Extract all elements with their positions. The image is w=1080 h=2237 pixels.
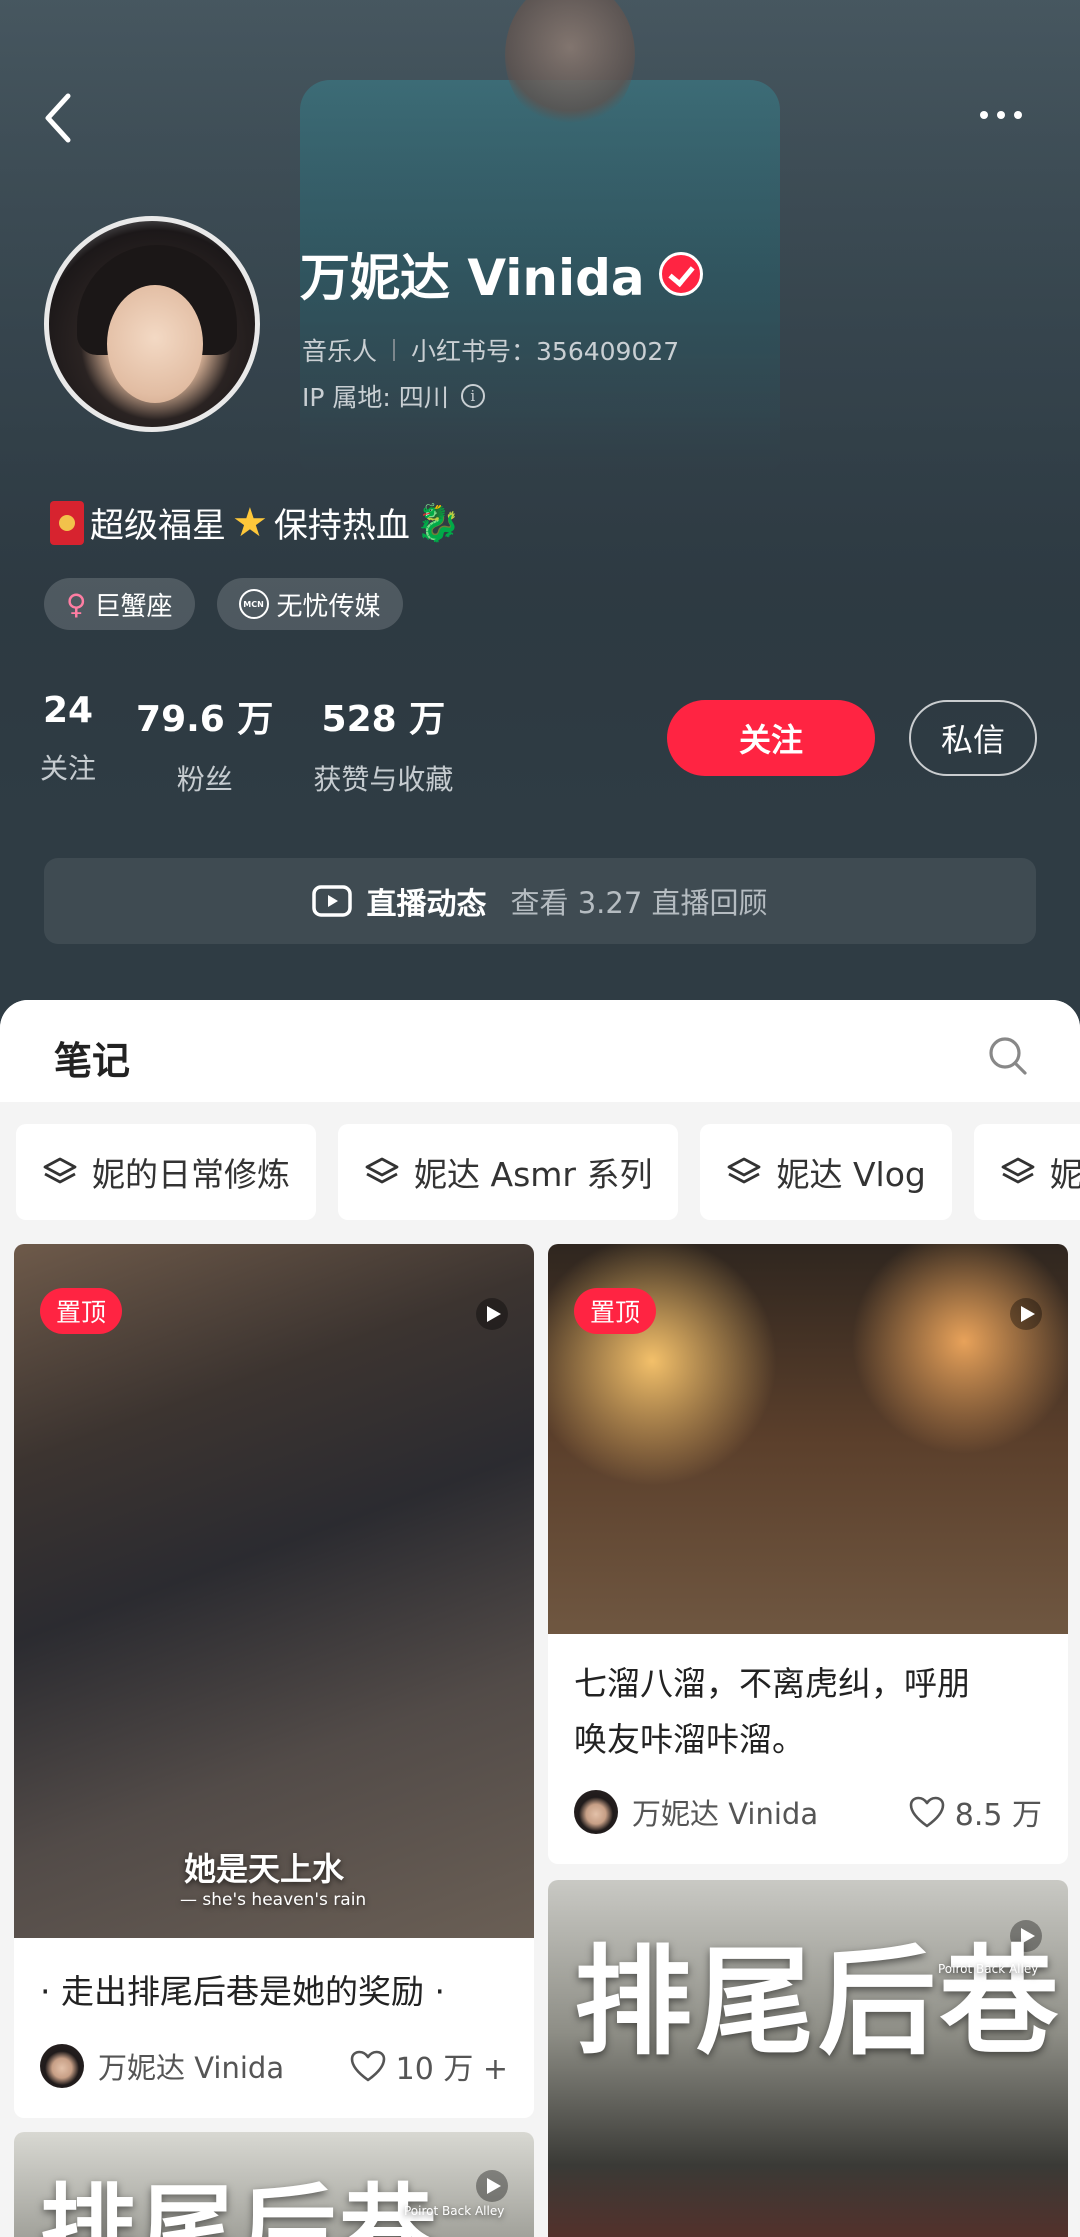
like-button[interactable]: 8.5 万 <box>909 1790 1042 1834</box>
stat-followers[interactable]: 79.6 万 粉丝 <box>136 690 273 798</box>
cover-calligraphy: 排尾后巷 <box>574 1932 1063 2071</box>
cover-small-text: Poirot Back Alley <box>404 2204 505 2218</box>
layers-icon <box>1001 1157 1035 1184</box>
message-button[interactable]: 私信 <box>909 700 1037 776</box>
divider <box>393 339 396 361</box>
search-icon[interactable] <box>988 1036 1028 1076</box>
heart-icon <box>350 2050 385 2082</box>
redbook-id: 小红书号：356409027 <box>411 337 680 366</box>
note-meta: 万妮达 Vinida 8.5 万 <box>574 1790 1042 1834</box>
bio-text-1: 超级福星 <box>90 506 226 546</box>
occupation-label: 音乐人 <box>302 337 378 366</box>
notes-header: 笔记 <box>0 1000 1080 1102</box>
more-dot-icon <box>1014 111 1022 119</box>
note-caption-line: 唤友咔溜咔溜。 <box>574 1720 805 1759</box>
cover-small-text: Poirot Back Alley <box>938 1962 1039 1976</box>
live-title: 直播动态 <box>366 887 487 922</box>
author-name[interactable]: 万妮达 Vinida <box>632 1791 909 1833</box>
star-icon: ★ <box>232 499 268 546</box>
profile-avatar[interactable] <box>44 216 260 432</box>
verified-badge-icon <box>658 252 703 296</box>
cover-calligraphy: 排尾后巷 <box>40 2173 440 2237</box>
profile-stats: 24 关注 79.6 万 粉丝 528 万 获赞与收藏 <box>40 690 493 798</box>
note-card[interactable]: 排尾后巷 Poirot Back Alley <box>548 1880 1068 2237</box>
tag-zodiac[interactable]: ♀ 巨蟹座 <box>44 578 195 630</box>
red-envelope-icon <box>50 500 84 545</box>
notes-tab[interactable]: 笔记 <box>54 1030 130 1085</box>
stat-likes-collects[interactable]: 528 万 获赞与收藏 <box>313 690 453 798</box>
note-caption-line: 七溜八溜，不离虎纠，呼朋 <box>574 1664 970 1703</box>
note-meta: 万妮达 Vinida 10 万 + <box>40 2044 508 2088</box>
live-video-icon <box>312 885 353 917</box>
more-options-button[interactable] <box>980 100 1036 130</box>
collection-item[interactable]: 妮达 Asmr 系列 <box>338 1124 679 1220</box>
info-icon[interactable]: i <box>460 384 485 408</box>
play-icon <box>1010 1298 1042 1330</box>
notes-sheet: 笔记 妮的日常修炼 妮达 Asmr 系列 妮达 Vlog 妮 置顶 她是天上水 … <box>0 1000 1080 2237</box>
female-icon: ♀ <box>66 587 87 621</box>
tag-label: 巨蟹座 <box>94 591 173 622</box>
more-dot-icon <box>997 111 1005 119</box>
note-caption: · 走出排尾后巷是她的奖励 · <box>40 1972 445 2011</box>
live-subtitle: 查看 3.27 直播回顾 <box>510 886 768 920</box>
like-count: 10 万 + <box>395 2052 508 2087</box>
collection-item[interactable]: 妮 <box>973 1124 1080 1220</box>
note-cover-image <box>14 1244 534 1938</box>
stat-value: 528 万 <box>321 699 446 740</box>
stat-value: 24 <box>42 690 94 731</box>
note-card[interactable]: 置顶 七溜八溜，不离虎纠，呼朋 唤友咔溜咔溜。 万妮达 Vinida 8.5 万 <box>548 1244 1068 1864</box>
stat-label: 粉丝 <box>176 763 233 796</box>
profile-bio: 超级福星 ★ 保持热血 🐉 <box>50 498 461 547</box>
author-name[interactable]: 万妮达 Vinida <box>98 2045 350 2087</box>
collections-row: 妮的日常修炼 妮达 Asmr 系列 妮达 Vlog 妮 <box>16 1124 1080 1220</box>
cover-overlay-subtext: — she's heaven's rain <box>180 1890 367 1910</box>
bio-text-2: 保持热血 <box>273 506 410 546</box>
note-card[interactable]: 排尾后巷 Poirot Back Alley <box>14 2132 534 2237</box>
profile-header: 万妮达 Vinida 音乐人 小红书号：356409027 IP 属地: 四川 … <box>0 0 1080 1030</box>
profile-name-row: 万妮达 Vinida <box>300 238 703 310</box>
pinned-badge: 置顶 <box>574 1288 657 1334</box>
profile-meta: 音乐人 小红书号：356409027 <box>302 332 679 368</box>
layers-icon <box>43 1157 77 1184</box>
heart-icon <box>909 1796 945 1828</box>
mcn-icon: MCN <box>238 589 269 619</box>
stat-value: 79.6 万 <box>136 699 274 740</box>
collection-item[interactable]: 妮达 Vlog <box>700 1124 952 1220</box>
play-icon <box>476 2170 508 2202</box>
ip-location: IP 属地: 四川 <box>302 383 449 412</box>
stat-label: 获赞与收藏 <box>313 763 454 796</box>
dragon-icon: 🐉 <box>415 502 461 544</box>
cover-overlay-text: 她是天上水 <box>184 1850 345 1888</box>
pinned-badge: 置顶 <box>40 1288 123 1334</box>
live-replay-banner[interactable]: 直播动态 查看 3.27 直播回顾 <box>44 858 1036 944</box>
collection-label: 妮的日常修炼 <box>92 1155 290 1194</box>
collection-label: 妮达 Asmr 系列 <box>414 1155 653 1194</box>
tag-label: 无忧传媒 <box>276 591 381 622</box>
layers-icon <box>365 1157 399 1184</box>
layers-icon <box>728 1157 761 1184</box>
collection-label: 妮达 Vlog <box>776 1155 926 1194</box>
stat-label: 关注 <box>40 752 97 785</box>
more-dot-icon <box>980 111 988 119</box>
collection-item[interactable]: 妮的日常修炼 <box>16 1124 316 1220</box>
profile-tags: ♀ 巨蟹座 MCN 无忧传媒 <box>44 578 403 630</box>
play-icon <box>476 1298 508 1330</box>
author-avatar[interactable] <box>574 1790 618 1834</box>
collection-label: 妮 <box>1049 1155 1080 1194</box>
follow-button[interactable]: 关注 <box>667 700 875 776</box>
ip-location-row: IP 属地: 四川 i <box>302 378 485 414</box>
stat-following[interactable]: 24 关注 <box>40 690 96 798</box>
chevron-left-icon <box>45 93 71 143</box>
tag-agency[interactable]: MCN 无忧传媒 <box>216 578 403 630</box>
author-avatar[interactable] <box>40 2044 84 2088</box>
profile-name: 万妮达 Vinida <box>300 249 645 307</box>
like-count: 8.5 万 <box>954 1798 1042 1833</box>
note-card[interactable]: 置顶 她是天上水 — she's heaven's rain · 走出排尾后巷是… <box>14 1244 534 2118</box>
like-button[interactable]: 10 万 + <box>350 2044 508 2088</box>
back-button[interactable] <box>40 88 84 148</box>
